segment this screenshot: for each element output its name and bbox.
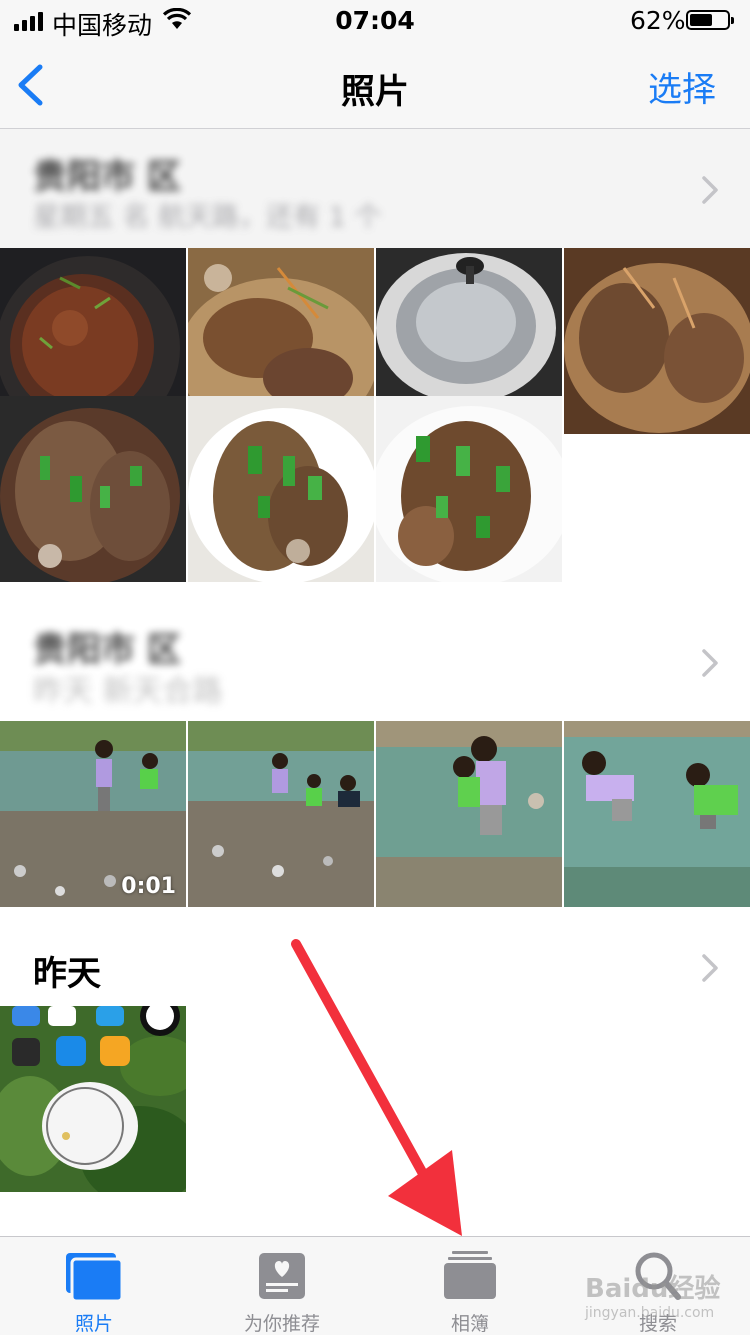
tab-label: 照片 (74, 1313, 113, 1335)
chevron-right-icon (702, 954, 718, 982)
video-duration: 0:01 (121, 874, 176, 899)
chevron-right-icon (702, 176, 718, 204)
tab-for-you[interactable]: 为你推荐 (188, 1237, 376, 1335)
moment-subtitle: 昨天 新天合路 (33, 674, 223, 709)
battery-icon (686, 10, 734, 30)
photo-thumbnail[interactable] (188, 721, 374, 907)
chevron-right-icon (702, 649, 718, 677)
navigation-bar: 照片 选择 (0, 40, 750, 129)
moment-header-1[interactable]: 贵阳市 区 星期五 名 航天路，还有 1 个 (0, 129, 750, 248)
photo-thumbnail[interactable] (564, 248, 750, 434)
watermark-subtext: jingyan.baidu.com (585, 1305, 715, 1321)
video-thumbnail[interactable]: 0:01 (0, 721, 186, 907)
photos-tab-icon (66, 1253, 124, 1303)
tab-label: 相簿 (450, 1313, 489, 1335)
moment-location: 贵阳市 区 (33, 157, 181, 197)
moment-header-2[interactable]: 贵阳市 区 昨天 新天合路 (0, 600, 750, 720)
photo-thumbnail[interactable] (188, 396, 374, 582)
watermark-text: Baidu经验 (585, 1274, 721, 1304)
tab-albums[interactable]: 相簿 (376, 1237, 564, 1335)
photo-thumbnail[interactable] (376, 721, 562, 907)
photo-thumbnail[interactable] (564, 721, 750, 907)
status-bar: 中国移动 07:04 62% (0, 0, 750, 40)
photo-thumbnail[interactable] (0, 1006, 186, 1192)
page-title: 照片 (341, 72, 409, 112)
for-you-tab-icon (259, 1253, 305, 1299)
moment-subtitle: 星期五 名 航天路，还有 1 个 (33, 202, 382, 233)
tab-label: 为你推荐 (243, 1313, 320, 1335)
tab-photos[interactable]: 照片 (0, 1237, 188, 1335)
select-button[interactable]: 选择 (648, 62, 716, 111)
watermark: Baidu经验 jingyan.baidu.com (585, 1268, 720, 1321)
photo-thumbnail[interactable] (0, 396, 186, 582)
moment-header-3[interactable]: 昨天 (0, 908, 750, 1006)
battery-percentage: 62% (630, 6, 686, 35)
moment-date-title: 昨天 (33, 954, 101, 994)
photo-thumbnail[interactable] (376, 396, 562, 582)
moment-location: 贵阳市 区 (33, 630, 181, 670)
albums-tab-icon (444, 1251, 496, 1299)
